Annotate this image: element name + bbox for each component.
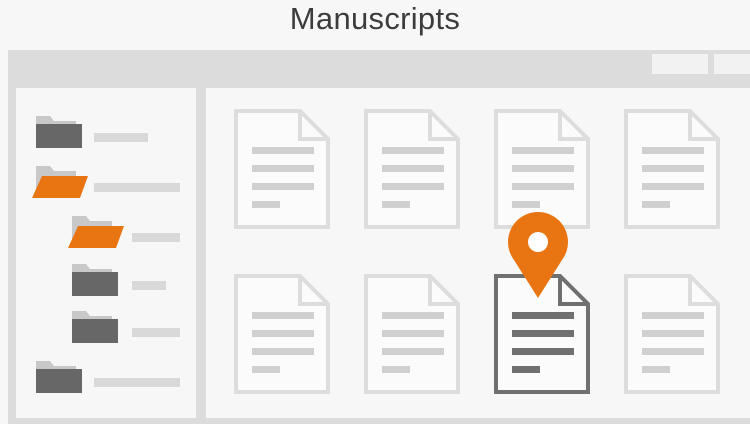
file-icon: [364, 274, 460, 394]
file-item[interactable]: [364, 109, 460, 229]
folder-label: [94, 183, 180, 192]
file-icon: [364, 109, 460, 229]
file-browser-window: [8, 50, 750, 424]
file-icon: [494, 274, 590, 394]
file-item[interactable]: [234, 274, 330, 394]
file-icon: [234, 274, 330, 394]
file-icon: [624, 109, 720, 229]
window-control-2[interactable]: [714, 54, 750, 74]
file-icon: [494, 109, 590, 229]
folder-label: [94, 378, 180, 387]
file-icon: [624, 274, 720, 394]
file-item[interactable]: [624, 274, 720, 394]
folder-label: [132, 328, 180, 337]
pane-divider[interactable]: [196, 88, 206, 418]
illustration-stage: Manuscripts: [0, 0, 750, 424]
file-item-selected[interactable]: [494, 274, 590, 394]
file-icon: [234, 109, 330, 229]
file-item[interactable]: [494, 109, 590, 229]
folder-label: [132, 233, 180, 242]
folder-label: [94, 133, 148, 142]
file-item[interactable]: [234, 109, 330, 229]
file-item[interactable]: [364, 274, 460, 394]
folder-label: [132, 281, 166, 290]
file-item[interactable]: [624, 109, 720, 229]
window-control-1[interactable]: [652, 54, 708, 74]
